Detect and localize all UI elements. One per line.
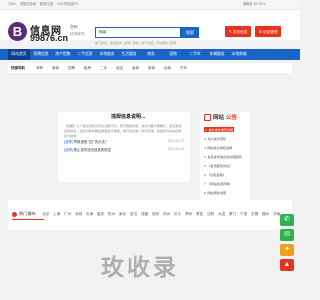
quick-nav-item[interactable]: 求职 bbox=[36, 63, 43, 73]
quick-nav-item[interactable]: 租房 bbox=[84, 63, 91, 73]
announcement-title-part2: 公告 bbox=[226, 115, 238, 121]
notice-date: 2023-01-27 bbox=[167, 139, 184, 143]
announcement-item[interactable]: 1. 信息发布规范说明 bbox=[204, 127, 235, 132]
hot-city-link[interactable]: 天津 bbox=[86, 212, 93, 217]
nav-item-local-service[interactable]: 本地服务 bbox=[96, 49, 118, 60]
announcement-item[interactable]: 7. 《网站免责声明》 bbox=[204, 181, 232, 186]
hot-city-link[interactable]: 郑州 bbox=[185, 212, 192, 217]
post-info-label: 发布信息 bbox=[232, 30, 248, 34]
notice-body: 【提醒】以下信息经核实存在违规行为，现已删除处理，信息内容不再展示。如您发现违规… bbox=[64, 124, 182, 138]
nav-item-car-service[interactable]: 车辆服务 bbox=[206, 49, 228, 60]
manage-info-label: 信息管理 bbox=[263, 30, 278, 34]
logo-domain[interactable]: 99876.cn bbox=[30, 33, 68, 43]
search-box bbox=[95, 27, 181, 38]
search-button[interactable]: 搜索 bbox=[181, 27, 199, 38]
hot-city-link[interactable]: 深圳 bbox=[75, 212, 82, 217]
notice-tag: [违规] bbox=[64, 140, 73, 144]
announcement-title-part1: 网站 bbox=[213, 115, 225, 121]
quick-nav-item[interactable]: 维修 bbox=[148, 63, 155, 73]
edit-icon: ✎ bbox=[228, 29, 232, 34]
search-input[interactable] bbox=[99, 28, 159, 37]
violation-notice-panel: 违规信息说明... 【提醒】以下信息经核实存在违规行为，现已删除处理，信息内容不… bbox=[58, 112, 190, 182]
announcement-panel: 网站 公告 1. 信息发布规范说明 2. 用户发布须知 3. 网站信息审核说明 … bbox=[200, 112, 250, 202]
topbar-link-login[interactable]: 登录/注册 bbox=[40, 2, 54, 6]
back-to-top-icon[interactable]: ▲ bbox=[280, 259, 294, 271]
announcement-item[interactable]: 3. 网站信息审核说明 bbox=[204, 145, 232, 150]
hot-city-link[interactable]: 杭州 bbox=[108, 212, 115, 217]
hot-city-link[interactable]: 长沙 bbox=[174, 212, 181, 217]
quick-nav-item[interactable]: 保洁 bbox=[116, 63, 123, 73]
hot-city-link[interactable]: 苏州 bbox=[163, 212, 170, 217]
hot-city-link[interactable]: 北京 bbox=[42, 212, 49, 217]
hot-city-link[interactable]: 沈阳 bbox=[207, 212, 214, 217]
hot-city-link[interactable]: 福州 bbox=[262, 212, 269, 217]
hot-city-link[interactable]: 广州 bbox=[64, 212, 71, 217]
hot-city-link[interactable]: 重庆 bbox=[97, 212, 104, 217]
switch-city-link[interactable]: [切换城市] bbox=[70, 31, 85, 36]
announcement-item[interactable]: 8. 网站更新说明 bbox=[204, 190, 226, 195]
announcement-item[interactable]: 5. 《会员服务协议》 bbox=[204, 163, 232, 168]
topbar-left: 123fx ：旧版信息网 登录/注册 24小时热线/PC bbox=[8, 0, 82, 9]
topbar-weather: 湖南省 18~25℃ bbox=[243, 2, 266, 6]
nav-item-life-service[interactable]: 生活服务 bbox=[118, 49, 140, 60]
user-icon: ☰ bbox=[258, 29, 263, 34]
quick-nav-item[interactable]: 家政 bbox=[52, 63, 59, 73]
nav-item-home[interactable]: 网站首页 bbox=[8, 49, 30, 60]
notice-link[interactable]: [违规]禁止发布违法信息的规定 bbox=[64, 147, 111, 152]
nav-item-pets[interactable]: 宠物 bbox=[162, 49, 184, 60]
nav-item-local-mall[interactable]: 本地商城 bbox=[228, 49, 250, 60]
notice-link-text: 举报违规 “招” 的办法？ bbox=[73, 140, 109, 144]
watermark: 玫收录 bbox=[101, 254, 179, 280]
main-nav: 网站首页 招聘信息 房产租售 二手信息 本地服务 生活服务 商务 宠物 二手车 … bbox=[0, 49, 300, 60]
topbar-link-hotline[interactable]: 24小时热线/PC bbox=[57, 2, 79, 6]
hot-city-link[interactable]: 武汉 bbox=[130, 212, 137, 217]
hot-city-link[interactable]: 厦门 bbox=[229, 212, 236, 217]
announcement-item[interactable]: 4. 免费发布信息的处理说明 bbox=[204, 154, 241, 159]
quick-nav-item[interactable]: 装修 bbox=[132, 63, 139, 73]
wechat-icon[interactable]: ✆ bbox=[280, 214, 294, 226]
hot-city-link[interactable]: 大连 bbox=[218, 212, 225, 217]
hot-search-words[interactable]: 热门搜索：保洁服务 | 装修 | 家政 | 房产出租 | 汽车服务 | 招聘 bbox=[95, 41, 176, 45]
nav-item-housing[interactable]: 房产租售 bbox=[52, 49, 74, 60]
current-city: 台州 bbox=[70, 25, 78, 29]
nav-item-business[interactable]: 商务 bbox=[140, 49, 162, 60]
quick-nav-item[interactable]: 汽车 bbox=[180, 63, 187, 73]
nav-item-jobs[interactable]: 招聘信息 bbox=[30, 49, 52, 60]
quick-nav-item[interactable]: 招聘 bbox=[68, 63, 75, 73]
header: B 信息网 99876.cn 台州 [切换城市] 搜索 热门搜索：保洁服务 | … bbox=[0, 10, 300, 45]
hot-city-title: 热门城市 bbox=[19, 211, 36, 216]
hot-city-link[interactable]: 成都 bbox=[141, 212, 148, 217]
notice-link-text: 禁止发布违法信息的规定 bbox=[73, 148, 111, 152]
notice-date: 2023-01-13 bbox=[167, 147, 184, 151]
topbar-link-old-version[interactable]: 123fx ：旧版信息网 bbox=[8, 2, 36, 6]
hot-city-link[interactable]: 上海 bbox=[53, 212, 60, 217]
announcement-item[interactable]: 6. 《隐私政策》 bbox=[204, 172, 226, 177]
quick-nav-title: 快捷导航 bbox=[11, 66, 25, 70]
announcement-icon bbox=[204, 114, 211, 121]
announcement-item[interactable]: 2. 用户发布须知 bbox=[204, 136, 226, 141]
hot-city-link[interactable]: 青岛 bbox=[196, 212, 203, 217]
hot-city-link[interactable]: 南京 bbox=[119, 212, 126, 217]
manage-info-button[interactable]: ☰信息管理 bbox=[255, 26, 281, 37]
hot-city-link[interactable]: 西安 bbox=[152, 212, 159, 217]
nav-item-secondhand[interactable]: 二手信息 bbox=[74, 49, 96, 60]
notice-title: 违规信息说明... bbox=[111, 114, 146, 120]
quick-nav-item[interactable]: 二手 bbox=[100, 63, 107, 73]
hot-city-link[interactable]: 无锡 bbox=[251, 212, 258, 217]
hot-city-bar: 热门城市 北京 上海 广州 深圳 天津 重庆 杭州 南京 武汉 成都 西安 苏州… bbox=[8, 200, 292, 230]
quick-nav-item[interactable]: 出租 bbox=[164, 63, 171, 73]
logo-icon[interactable]: B bbox=[8, 22, 27, 41]
notice-tag: [违规] bbox=[64, 148, 73, 152]
quick-nav-bar: 快捷导航 求职 家政 招聘 租房 二手 保洁 装修 维修 出租 汽车 bbox=[8, 63, 292, 73]
hot-city-underline bbox=[12, 219, 44, 220]
wechat-share-icon[interactable]: ✉ bbox=[280, 229, 294, 241]
hot-city-icon bbox=[12, 212, 17, 217]
hot-city-link[interactable]: 宁波 bbox=[240, 212, 247, 217]
post-info-button[interactable]: ✎发布信息 bbox=[225, 26, 251, 37]
top-bar: 123fx ：旧版信息网 登录/注册 24小时热线/PC 湖南省 18~25℃ bbox=[0, 0, 300, 10]
qq-icon[interactable]: ✦ bbox=[280, 244, 294, 256]
notice-link[interactable]: [违规]举报违规 “招” 的办法？ bbox=[64, 139, 108, 144]
nav-item-used-cars[interactable]: 二手车 bbox=[184, 49, 206, 60]
